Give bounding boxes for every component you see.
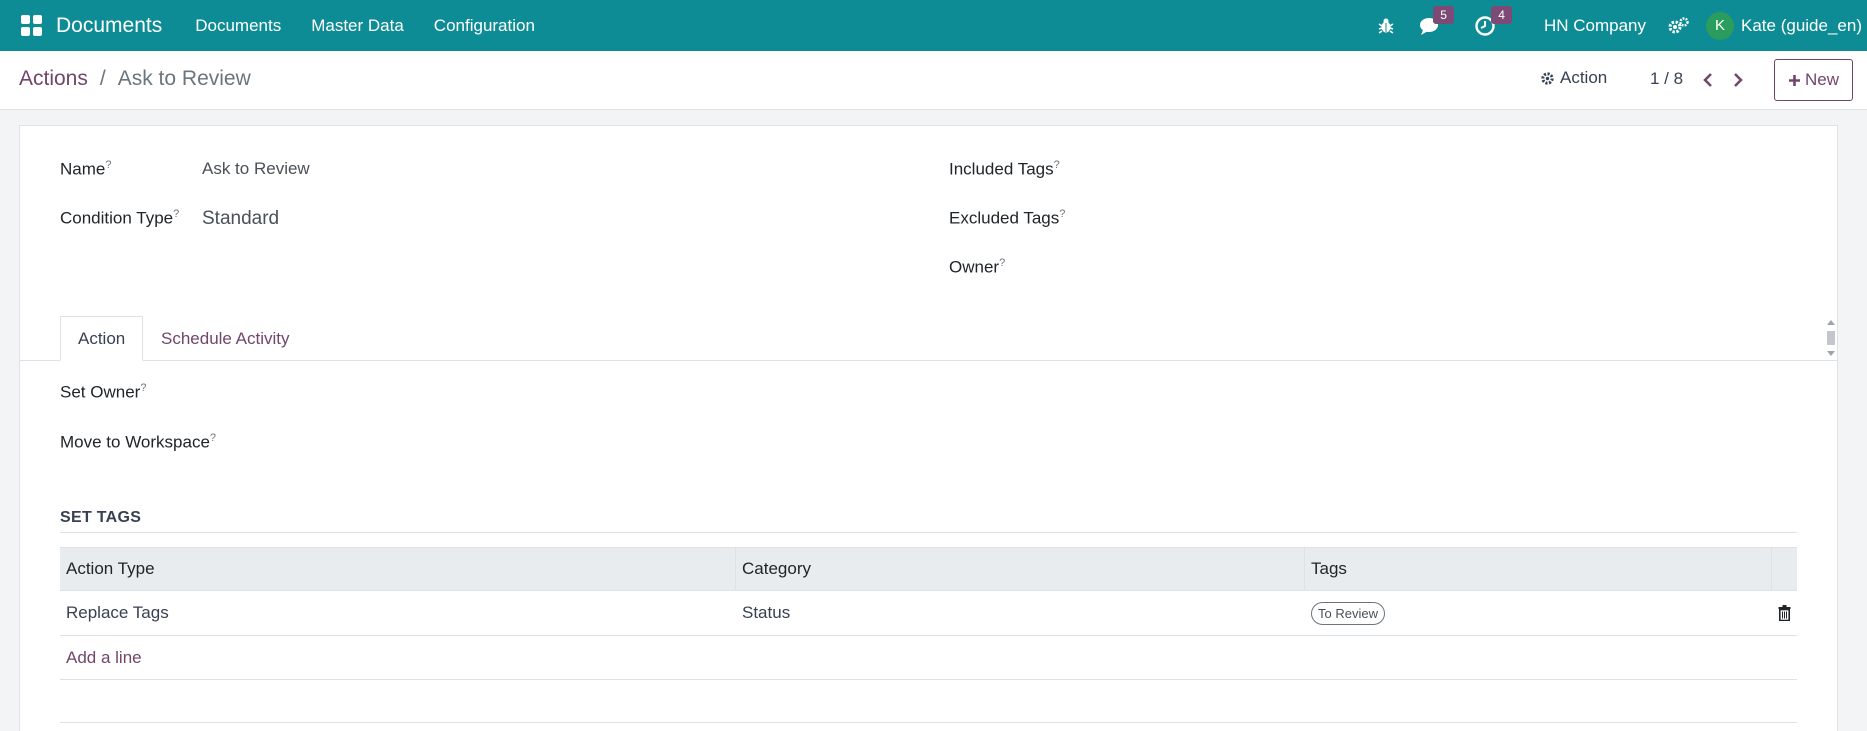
move-workspace-field-label: Move to Workspace? <box>60 432 216 453</box>
menu-configuration[interactable]: Configuration <box>419 16 550 36</box>
column-action-type[interactable]: Action Type <box>60 548 736 590</box>
chevron-left-icon <box>1703 73 1712 87</box>
plus-icon <box>1788 74 1800 86</box>
activities-clock-icon[interactable]: 4 <box>1456 0 1514 51</box>
name-field[interactable]: Ask to Review <box>202 159 310 179</box>
tag-actions-table: Action Type Category Tags Replace Tags S… <box>60 547 1797 680</box>
pager-previous-button[interactable] <box>1698 68 1718 92</box>
menu-master-data[interactable]: Master Data <box>296 16 419 36</box>
owner-label-text: Owner <box>949 257 1000 277</box>
messages-badge: 5 <box>1433 6 1454 24</box>
cell-action-type[interactable]: Replace Tags <box>60 591 736 635</box>
included-tags-help-tooltip[interactable]: ? <box>1054 159 1060 171</box>
condition-type-field-label: Condition Type? <box>60 208 179 229</box>
breadcrumb-actions-link[interactable]: Actions <box>19 67 88 91</box>
set-owner-help-tooltip[interactable]: ? <box>140 382 146 394</box>
gear-icon <box>1541 71 1554 85</box>
tab-action[interactable]: Action <box>60 316 144 361</box>
set-tags-section-title: SET TAGS <box>60 509 142 526</box>
activities-badge: 4 <box>1491 6 1512 24</box>
new-button-label: New <box>1804 70 1839 89</box>
pager-value[interactable]: 1 / 8 <box>1650 69 1683 89</box>
top-navbar: Documents Documents Master Data Configur… <box>0 0 1867 51</box>
control-panel: Actions / Ask to Review Action 1 / 8 New <box>0 51 1867 110</box>
breadcrumb-current: Ask to Review <box>117 67 251 90</box>
breadcrumb: Actions / Ask to Review <box>19 67 251 91</box>
user-menu[interactable]: Kate (guide_en) <box>1741 16 1862 36</box>
column-tags[interactable]: Tags <box>1305 548 1772 590</box>
set-owner-label-text: Set Owner <box>60 382 141 402</box>
bottom-divider <box>60 722 1797 723</box>
pager-next-button[interactable] <box>1728 68 1748 92</box>
name-help-tooltip[interactable]: ? <box>105 159 111 171</box>
delete-row-button[interactable] <box>1772 591 1797 635</box>
section-divider <box>60 532 1797 533</box>
tag-badge: To Review <box>1311 601 1385 625</box>
action-menu-label: Action <box>1560 68 1608 87</box>
excluded-tags-help-tooltip[interactable]: ? <box>1059 208 1065 220</box>
settings-cogs-icon[interactable] <box>1666 0 1692 51</box>
column-actions <box>1772 548 1797 590</box>
table-header: Action Type Category Tags <box>60 547 1797 591</box>
column-category[interactable]: Category <box>736 548 1305 590</box>
breadcrumb-separator: / <box>99 67 106 90</box>
menu-documents[interactable]: Documents <box>180 16 296 36</box>
scrollbar[interactable] <box>1825 318 1837 358</box>
debug-bug-icon[interactable] <box>1366 0 1406 51</box>
name-label-text: Name <box>60 159 106 179</box>
table-row[interactable]: Replace Tags Status To Review <box>60 591 1797 636</box>
notebook-tabs: Action Schedule Activity <box>20 316 1837 361</box>
apps-menu-icon[interactable] <box>16 11 46 41</box>
action-menu-button[interactable]: Action <box>1540 68 1607 88</box>
messages-chat-icon[interactable]: 5 <box>1406 0 1456 51</box>
move-workspace-label-text: Move to Workspace <box>60 432 210 452</box>
move-workspace-help-tooltip[interactable]: ? <box>210 432 216 444</box>
tab-schedule-activity[interactable]: Schedule Activity <box>144 316 307 361</box>
form-sheet: Name? Ask to Review Condition Type? Stan… <box>19 125 1838 731</box>
name-field-label: Name? <box>60 159 111 180</box>
condition-type-select[interactable]: Standard <box>202 208 279 230</box>
cell-tags[interactable]: To Review <box>1305 591 1772 635</box>
chevron-right-icon <box>1734 73 1743 87</box>
owner-field-label: Owner? <box>949 257 1005 278</box>
excluded-tags-label-text: Excluded Tags <box>949 208 1060 228</box>
owner-help-tooltip[interactable]: ? <box>999 257 1005 269</box>
navbar-right: 5 4 HN Company K Kate (guide_en) <box>1366 0 1867 51</box>
app-brand[interactable]: Documents <box>56 14 162 38</box>
trash-icon <box>1778 605 1791 621</box>
user-avatar[interactable]: K <box>1706 11 1735 40</box>
condition-label-text: Condition Type <box>60 208 174 228</box>
set-owner-field-label: Set Owner? <box>60 382 146 403</box>
included-tags-label-text: Included Tags <box>949 159 1054 179</box>
cell-category[interactable]: Status <box>736 591 1305 635</box>
company-switcher[interactable]: HN Company <box>1514 16 1666 36</box>
condition-help-tooltip[interactable]: ? <box>173 208 179 220</box>
excluded-tags-field-label: Excluded Tags? <box>949 208 1065 229</box>
new-record-button[interactable]: New <box>1774 59 1853 101</box>
add-line-link[interactable]: Add a line <box>60 636 1797 680</box>
included-tags-field-label: Included Tags? <box>949 159 1060 180</box>
